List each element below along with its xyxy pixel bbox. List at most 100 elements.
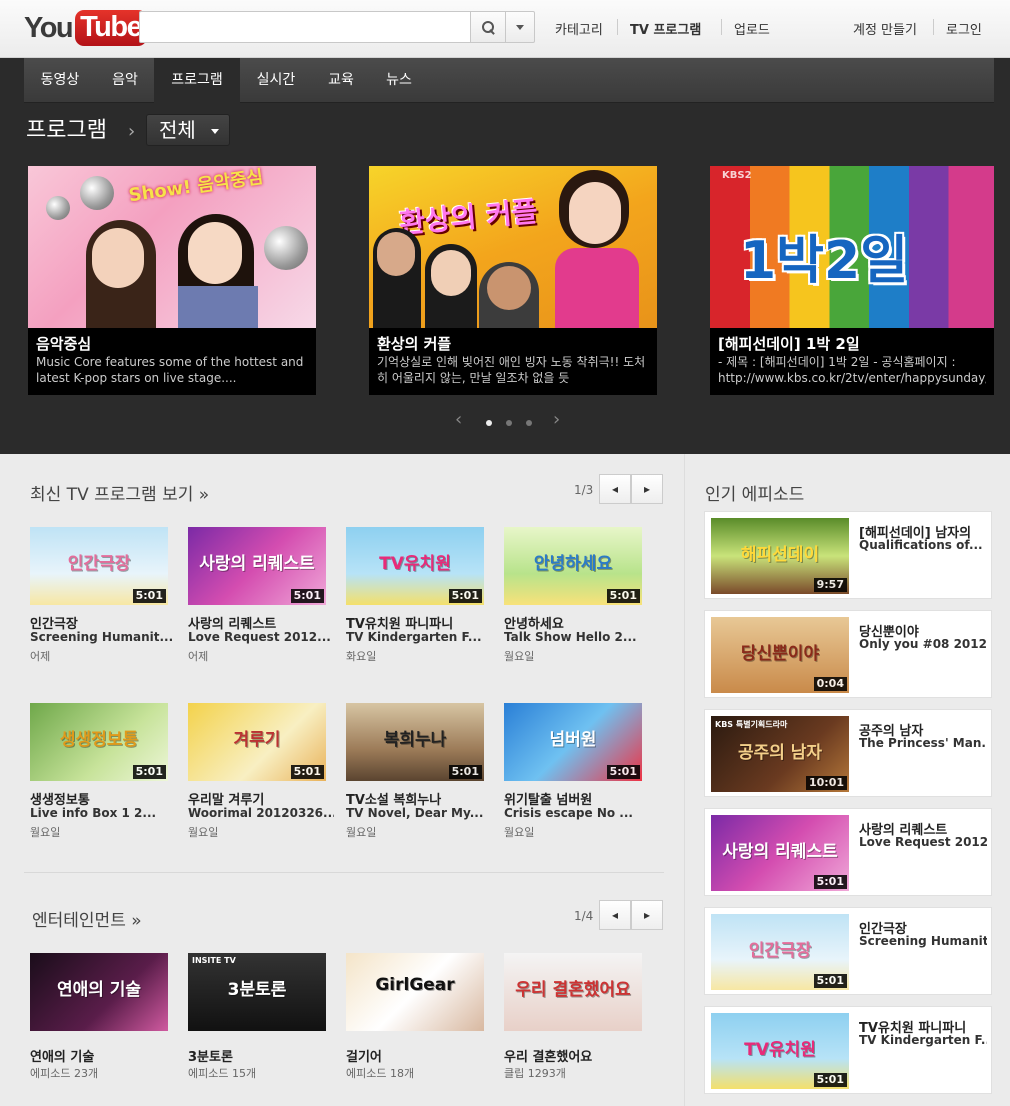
popular-section-heading: 인기 에피소드 bbox=[705, 485, 805, 505]
tab-videos[interactable]: 동영상 bbox=[24, 58, 96, 103]
show-thumbnail[interactable]: 우리 결혼했어요 bbox=[504, 953, 642, 1031]
featured-title[interactable]: [해피선데이] 1박 2일 bbox=[718, 334, 986, 354]
entertainment-next-button[interactable]: ▸ bbox=[631, 900, 663, 930]
featured-title[interactable]: 음악중심 bbox=[36, 334, 308, 354]
episode-thumbnail[interactable]: 인간극장 5:01 bbox=[711, 914, 849, 990]
youtube-logo[interactable]: You Tube bbox=[24, 10, 148, 46]
popular-episode-card[interactable]: 인간극장5:01인간극장 Screening Humanit... bbox=[704, 907, 992, 995]
featured-title[interactable]: 환상의 커플 bbox=[377, 334, 649, 354]
thumbnail-art-text: 생생정보통 bbox=[59, 730, 139, 750]
nav-upload-link[interactable]: 업로드 bbox=[734, 19, 770, 38]
latest-page-count: 1/3 bbox=[574, 483, 594, 497]
search-icon bbox=[481, 20, 495, 34]
video-subtitle[interactable]: Woorimal 20120326... bbox=[188, 806, 334, 820]
search-dropdown-button[interactable] bbox=[505, 11, 535, 43]
episode-subtitle[interactable]: Screening Humanit... bbox=[859, 934, 987, 948]
show-episode-count: 클립 1293개 bbox=[504, 1067, 566, 1080]
thumbnail-art-text: 겨루기 bbox=[233, 730, 281, 750]
carousel-dot[interactable] bbox=[506, 420, 512, 426]
featured-thumbnail[interactable]: KBS2 1박2일 bbox=[710, 166, 994, 328]
person-figure bbox=[569, 182, 621, 244]
person-figure bbox=[431, 250, 471, 296]
tab-news[interactable]: 뉴스 bbox=[370, 58, 428, 103]
latest-prev-button[interactable]: ◂ bbox=[599, 474, 631, 504]
featured-item[interactable]: KBS2 1박2일 [해피선데이] 1박 2일 - 제목 : [해피선데이] 1… bbox=[710, 166, 994, 395]
popular-episode-card[interactable]: 해피선데이 9:57 [해피선데이] 남자의 Qualifications of... bbox=[704, 511, 992, 599]
episode-subtitle[interactable]: The Princess' Man... bbox=[859, 736, 987, 750]
video-subtitle[interactable]: Crisis escape No ... bbox=[504, 806, 650, 820]
nav-category-link[interactable]: 카테고리 bbox=[555, 19, 603, 38]
tab-education[interactable]: 교육 bbox=[312, 58, 370, 103]
popular-episode-card[interactable]: 공주의 남자 KBS 특별기획드라마 10:01 공주의 남자 The Princess… bbox=[704, 709, 992, 797]
episode-subtitle[interactable]: Love Request 2012... bbox=[859, 835, 987, 849]
disco-ball-icon bbox=[46, 196, 70, 220]
thumbnail-art-text: 해피선데이 bbox=[740, 545, 820, 565]
episode-thumbnail[interactable]: 사랑의 리퀘스트 5:01 bbox=[711, 815, 849, 891]
video-thumbnail[interactable]: 인간극장 5:01 bbox=[30, 527, 168, 605]
video-subtitle[interactable]: TV Novel, Dear My... bbox=[346, 806, 492, 820]
show-thumbnail[interactable]: 3분토론 INSITE TV bbox=[188, 953, 326, 1031]
episode-thumbnail[interactable]: 공주의 남자 KBS 특별기획드라마 10:01 bbox=[711, 716, 849, 792]
thumbnail-art-text: 공주의 남자 bbox=[737, 743, 823, 763]
latest-section-heading[interactable]: 최신 TV 프로그램 보기 » bbox=[30, 480, 209, 505]
show-title[interactable]: 연애의 기술 bbox=[30, 1046, 170, 1065]
carousel-dot[interactable] bbox=[526, 420, 532, 426]
episode-thumbnail[interactable]: 당신뿐이야 0:04 bbox=[711, 617, 849, 693]
login-link[interactable]: 로그인 bbox=[946, 19, 982, 38]
tab-programs[interactable]: 프로그램 bbox=[154, 58, 240, 103]
video-thumbnail[interactable]: 생생정보통 5:01 bbox=[30, 703, 168, 781]
tab-live[interactable]: 실시간 bbox=[240, 58, 312, 103]
video-date: 어제 bbox=[188, 650, 209, 663]
entertainment-section-heading[interactable]: 엔터테인먼트 » bbox=[32, 906, 142, 931]
episode-subtitle[interactable]: Qualifications of... bbox=[859, 538, 987, 552]
thumbnail-art-text: TV유치원 bbox=[379, 554, 451, 574]
episode-thumbnail[interactable]: TV유치원 5:01 bbox=[711, 1013, 849, 1089]
episode-subtitle[interactable]: Only you #08 2012... bbox=[859, 637, 987, 651]
popular-episode-card[interactable]: 사랑의 리퀘스트 5:01사랑의 리퀘스트 Love Request 2012... bbox=[704, 808, 992, 896]
video-thumbnail[interactable]: 겨루기 5:01 bbox=[188, 703, 326, 781]
thumbnail-art-text: 사랑의 리퀘스트 bbox=[199, 554, 315, 574]
video-thumbnail[interactable]: 사랑의 리퀘스트 5:01 bbox=[188, 527, 326, 605]
episode-subtitle[interactable]: TV Kindergarten F... bbox=[859, 1033, 987, 1047]
video-subtitle[interactable]: Live info Box 1 2... bbox=[30, 806, 176, 820]
masthead: You Tube 카테고리 TV 프로그램 업로드 계정 만들기 로그인 bbox=[0, 0, 1010, 58]
latest-next-button[interactable]: ▸ bbox=[631, 474, 663, 504]
show-thumbnail[interactable]: 연애의 기술 bbox=[30, 953, 168, 1031]
carousel-next-button[interactable]: › bbox=[553, 409, 560, 430]
show-title[interactable]: 걸기어 bbox=[346, 1046, 486, 1065]
carousel-prev-button[interactable]: ‹ bbox=[455, 409, 462, 430]
video-subtitle[interactable]: TV Kindergarten F... bbox=[346, 630, 492, 644]
nav-tv-programs-link[interactable]: TV 프로그램 bbox=[630, 19, 701, 38]
featured-item[interactable]: Show! 음악중심 음악중심 Music Core features some… bbox=[28, 166, 316, 395]
entertainment-prev-button[interactable]: ◂ bbox=[599, 900, 631, 930]
video-thumbnail[interactable]: 넘버원 5:01 bbox=[504, 703, 642, 781]
featured-thumbnail[interactable]: Show! 음악중심 bbox=[28, 166, 316, 328]
duration-badge: 5:01 bbox=[606, 589, 640, 603]
video-thumbnail[interactable]: 안녕하세요 5:01 bbox=[504, 527, 642, 605]
create-account-link[interactable]: 계정 만들기 bbox=[853, 19, 917, 38]
featured-item[interactable]: 환상의 커플 환상의 커플 기억상실로 인해 빚어진 애인 빙자 노동 착취극!… bbox=[369, 166, 657, 395]
featured-thumbnail[interactable]: 환상의 커플 bbox=[369, 166, 657, 328]
popular-episode-card[interactable]: TV유치원 5:01 TV유치원 파니파니 TV Kindergarten F... bbox=[704, 1006, 992, 1094]
video-subtitle[interactable]: Love Request 2012... bbox=[188, 630, 334, 644]
carousel-dot[interactable] bbox=[486, 420, 492, 426]
logo-you-text: You bbox=[24, 11, 74, 44]
search-button[interactable] bbox=[470, 11, 506, 43]
video-thumbnail[interactable]: TV유치원 5:01 bbox=[346, 527, 484, 605]
tab-music[interactable]: 음악 bbox=[96, 58, 154, 103]
video-thumbnail[interactable]: 복희누나 5:01 bbox=[346, 703, 484, 781]
video-subtitle[interactable]: Screening Humanit... bbox=[30, 630, 176, 644]
show-title[interactable]: 우리 결혼했어요 bbox=[504, 1046, 644, 1065]
thumbnail-art-text: 당신뿐이야 bbox=[740, 644, 820, 664]
filter-dropdown[interactable]: 전체 bbox=[146, 114, 230, 146]
show-title[interactable]: 3분토론 bbox=[188, 1046, 328, 1065]
thumbnail-art-text: TV유치원 bbox=[744, 1040, 816, 1060]
show-episode-count: 에피소드 15개 bbox=[188, 1067, 257, 1080]
video-subtitle[interactable]: Talk Show Hello 2... bbox=[504, 630, 650, 644]
show-thumbnail[interactable]: GirlGear bbox=[346, 953, 484, 1031]
popular-episode-card[interactable]: 당신뿐이야 0:04 당신뿐이야 Only you #08 2012... bbox=[704, 610, 992, 698]
episode-thumbnail[interactable]: 해피선데이 9:57 bbox=[711, 518, 849, 594]
duration-badge: 10:01 bbox=[805, 776, 847, 790]
search-input[interactable] bbox=[139, 11, 471, 43]
person-figure bbox=[188, 222, 242, 284]
